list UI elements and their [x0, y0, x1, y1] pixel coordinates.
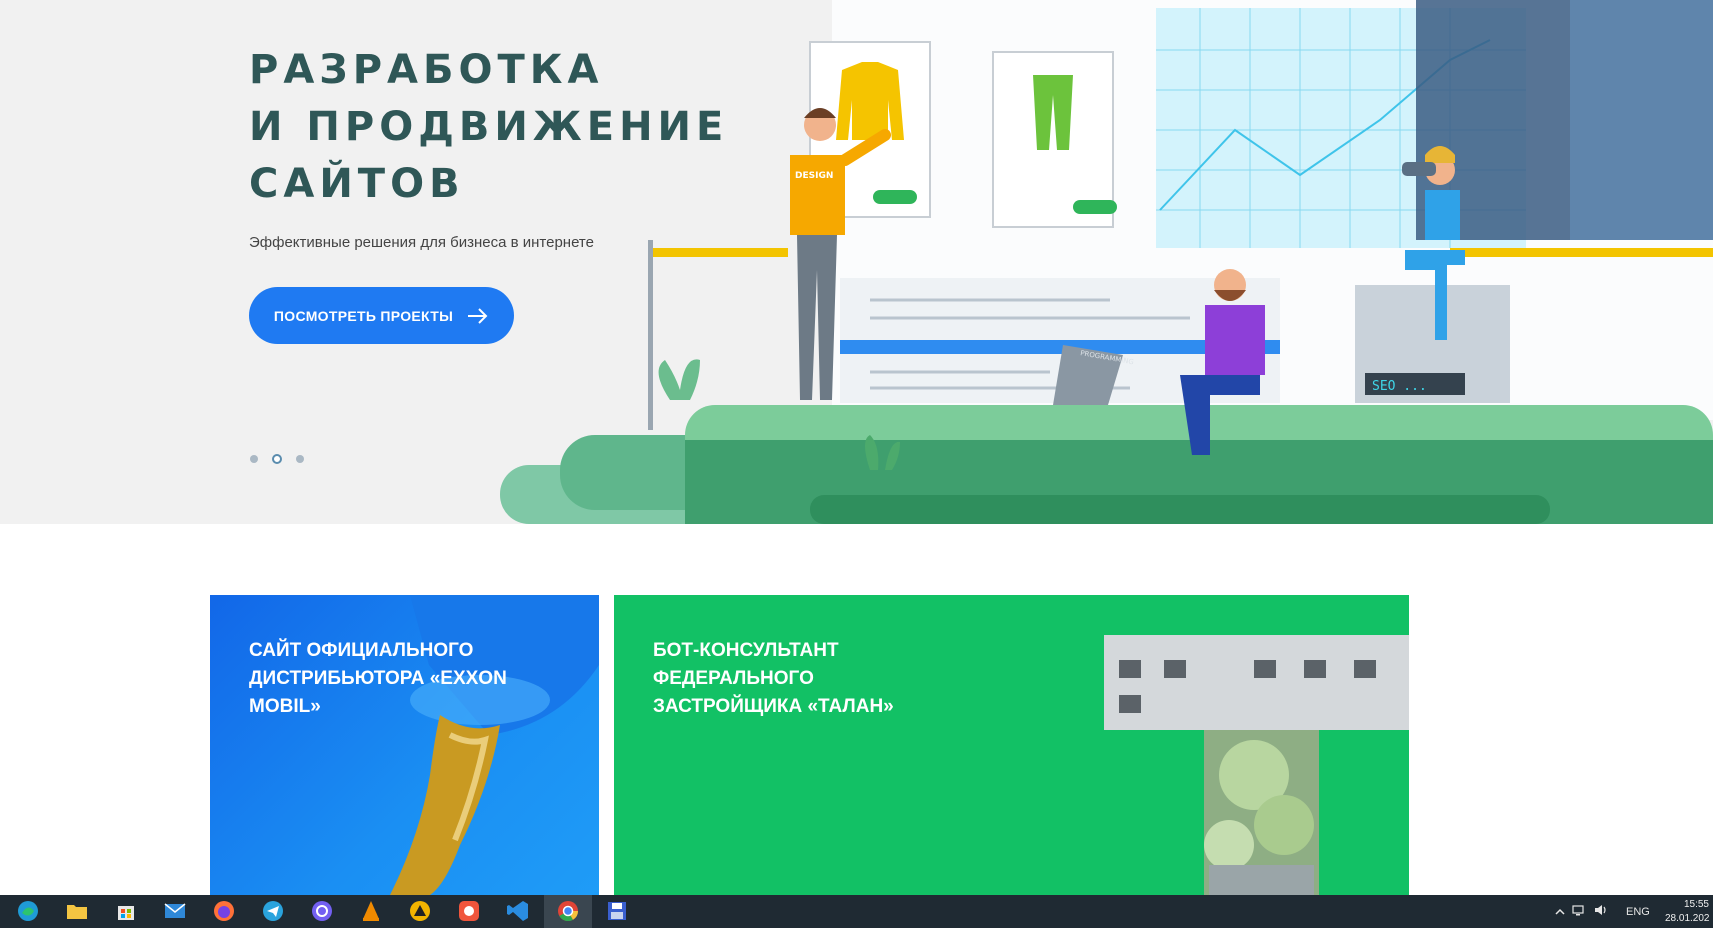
- language-indicator[interactable]: ENG: [1626, 906, 1650, 918]
- hero-illustration: SEO ... DESIGN PROGRAMMING: [500, 0, 1713, 524]
- aimp-icon[interactable]: [408, 899, 432, 923]
- telegram-icon[interactable]: [261, 899, 285, 923]
- view-projects-button[interactable]: ПОСМОТРЕТЬ ПРОЕКТЫ: [249, 287, 514, 344]
- network-icon[interactable]: [1568, 904, 1590, 919]
- slider-dot-3[interactable]: [296, 455, 304, 463]
- clock-date: 28.01.202: [1665, 913, 1710, 924]
- file-explorer-icon[interactable]: [65, 899, 89, 923]
- firefox-icon[interactable]: [212, 899, 236, 923]
- save-app-icon[interactable]: [605, 899, 629, 923]
- viber-icon[interactable]: [310, 899, 334, 923]
- slider-dots: [250, 454, 304, 464]
- volume-icon[interactable]: [1590, 904, 1612, 919]
- project-card-exxon[interactable]: САЙТ ОФИЦИАЛЬНОГО ДИСТРИБЬЮТОРА «EXXON M…: [210, 595, 599, 895]
- mail-icon[interactable]: [163, 899, 187, 923]
- clock-time: 15:55: [1683, 899, 1709, 910]
- hero-banner: РАЗРАБОТКА И ПРОДВИЖЕНИЕ САЙТОВ Эффектив…: [0, 0, 1713, 524]
- view-projects-label: ПОСМОТРЕТЬ ПРОЕКТЫ: [273, 307, 454, 324]
- photo-app-icon[interactable]: [457, 899, 481, 923]
- plant-left: [658, 359, 700, 400]
- system-tray: ENG: [1552, 895, 1650, 928]
- chrome-icon[interactable]: [556, 899, 580, 923]
- arrow-right-icon: [468, 307, 488, 324]
- edge-icon[interactable]: [16, 899, 40, 923]
- project-card-talan[interactable]: БОТ-КОНСУЛЬТАНТ ФЕДЕРАЛЬНОГО ЗАСТРОЙЩИКА…: [614, 595, 1409, 895]
- vscode-icon[interactable]: [506, 899, 530, 923]
- chevron-up-icon[interactable]: [1552, 906, 1568, 918]
- taskbar-clock[interactable]: 15:55 28.01.202: [1665, 898, 1710, 926]
- building-image: [1104, 635, 1409, 895]
- slider-dot-1[interactable]: [250, 455, 258, 463]
- store-icon[interactable]: [114, 899, 138, 923]
- jacket-image: [836, 62, 904, 140]
- designer-shirt-text: DESIGN: [795, 171, 833, 181]
- project-title-exxon: САЙТ ОФИЦИАЛЬНОГО ДИСТРИБЬЮТОРА «EXXON M…: [249, 640, 507, 717]
- slider-dot-2[interactable]: [272, 454, 282, 464]
- windows-taskbar: ENG 15:55 28.01.202: [0, 895, 1713, 928]
- vlc-icon[interactable]: [359, 899, 383, 923]
- seo-screen-text: SEO ...: [1372, 379, 1427, 394]
- project-title-talan: БОТ-КОНСУЛЬТАНТ ФЕДЕРАЛЬНОГО ЗАСТРОЙЩИКА…: [653, 640, 894, 717]
